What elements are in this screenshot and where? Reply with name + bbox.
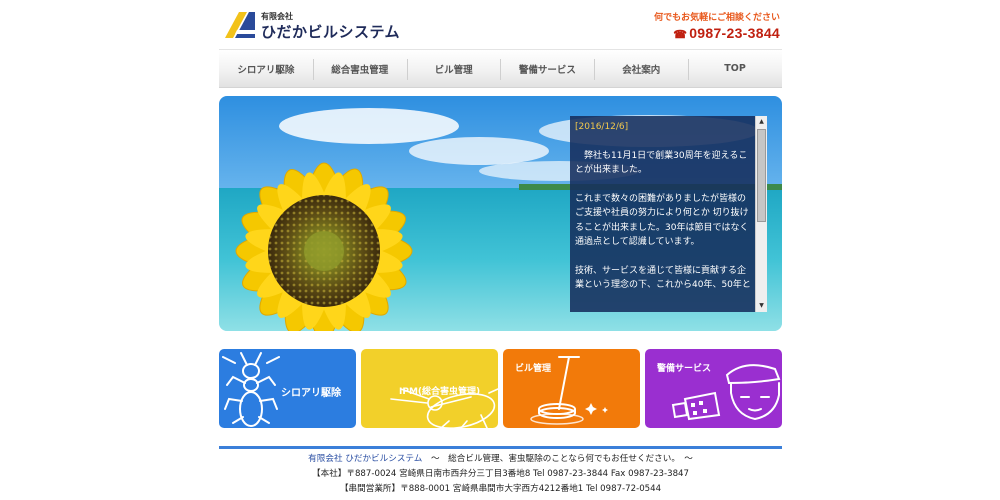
footer-tagline-text: ～ 総合ビル管理、害虫駆除のことなら何でもお任せください。 ～	[422, 454, 693, 464]
footer-head-office: 【本社】〒887-0024 宮崎県日南市西弁分三丁目3番地8 Tel 0987-…	[312, 468, 689, 479]
site-header: 有限会社 ひだかビルシステム 何でもお気軽にご相談ください ☎ 0987-23-3…	[219, 8, 782, 42]
tile-security[interactable]: 警備サービス	[645, 349, 782, 428]
news-content: [2016/12/6] 弊社も11月1日で創業30周年を迎えることが出来ました。…	[575, 120, 751, 307]
nav-item-building-management[interactable]: ビル管理	[406, 50, 501, 87]
nav-item-company[interactable]: 会社案内	[594, 50, 688, 87]
tile-security-label: 警備サービス	[657, 364, 712, 374]
phone-number[interactable]: ☎ 0987-23-3844	[654, 25, 780, 41]
nav-item-top[interactable]: TOP	[688, 50, 782, 87]
footer-divider	[219, 446, 782, 449]
news-paragraph: 技術、サービスを通じて皆様に貢献する企業という理念の下、これから40年、50年と	[575, 265, 751, 291]
contact-message: 何でもお気軽にご相談ください	[654, 13, 780, 23]
nav-item-security[interactable]: 警備サービス	[500, 50, 594, 87]
site-footer: 有限会社 ひだかビルシステム ～ 総合ビル管理、害虫駆除のことなら何でもお任せく…	[219, 452, 782, 496]
tile-termite-label: シロアリ駆除	[281, 388, 341, 399]
company-logo[interactable]: 有限会社 ひだかビルシステム	[225, 10, 415, 42]
tile-termite[interactable]: シロアリ駆除	[219, 349, 356, 428]
phone-icon: ☎	[673, 29, 688, 41]
tile-building-management-label: ビル管理	[515, 364, 552, 374]
news-scrollbar[interactable]: ▲ ▼	[755, 116, 767, 312]
logo-company-name: ひだかビルシステム	[261, 23, 401, 41]
news-paragraph: これまで数々の困難がありましたが皆様のご支援や社員の努力により何とか 切り抜ける…	[575, 193, 749, 248]
tile-pest-control[interactable]: IPM(総合害虫管理)	[361, 349, 498, 428]
service-tiles: シロアリ駆除 IPM(総合害虫管理) ビル管理 警備サービス	[219, 349, 782, 429]
news-panel[interactable]: [2016/12/6] 弊社も11月1日で創業30周年を迎えることが出来ました。…	[570, 116, 767, 312]
footer-tagline: 有限会社 ひだかビルシステム ～ 総合ビル管理、害虫駆除のことなら何でもお任せく…	[219, 452, 782, 467]
hero-banner: [2016/12/6] 弊社も11月1日で創業30周年を迎えることが出来ました。…	[219, 96, 782, 331]
tile-pest-control-label: IPM(総合害虫管理)	[399, 387, 481, 397]
logo-mark-icon	[225, 12, 255, 38]
scroll-thumb[interactable]	[757, 129, 766, 222]
contact-info: 何でもお気軽にご相談ください ☎ 0987-23-3844	[654, 10, 780, 41]
nav-item-termite[interactable]: シロアリ駆除	[219, 50, 313, 87]
main-navigation: シロアリ駆除 総合害虫管理 ビル管理 警備サービス 会社案内 TOP	[219, 49, 782, 88]
tile-building-management[interactable]: ビル管理	[503, 349, 640, 428]
news-paragraph: 弊社も11月1日で創業30周年を迎えることが出来ました。	[575, 150, 748, 176]
news-date: [2016/12/6]	[575, 122, 629, 132]
nav-item-pest-control[interactable]: 総合害虫管理	[312, 50, 407, 87]
footer-branch-office: 【串間営業所】〒888-0001 宮崎県串間市大字西方4212番地1 Tel 0…	[339, 483, 662, 494]
scroll-up-icon[interactable]: ▲	[756, 116, 767, 128]
scroll-down-icon[interactable]: ▼	[756, 300, 767, 312]
phone-number-text: 0987-23-3844	[689, 25, 780, 41]
footer-company-name[interactable]: 有限会社 ひだかビルシステム	[308, 454, 422, 464]
